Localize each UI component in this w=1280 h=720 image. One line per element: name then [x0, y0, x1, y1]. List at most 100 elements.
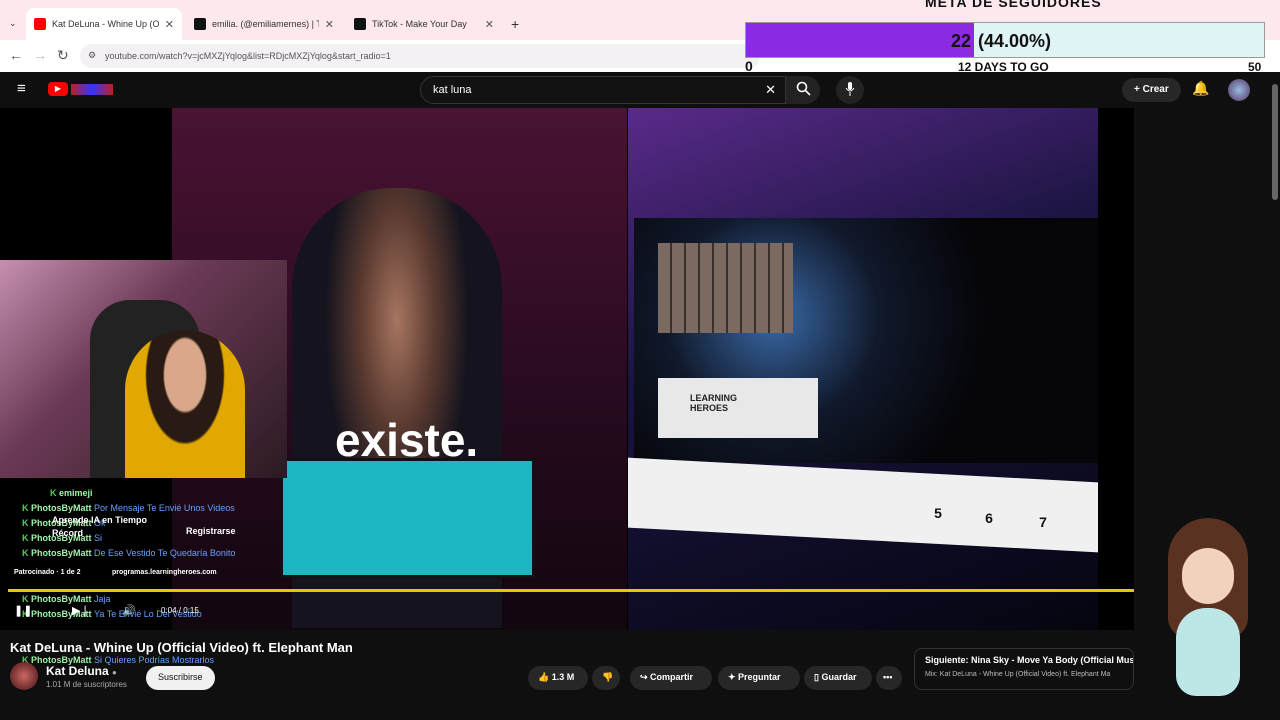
chat-message: K PhotosByMatt Por Mensaje Te Envié Unos…	[22, 503, 235, 513]
chat-message: K PhotosByMatt De Ese Vestido Te Quedarí…	[22, 548, 235, 558]
youtube-header: ≡ ▶ kat luna ✕ + Crear 🔔	[0, 72, 1280, 108]
streamer-figure	[125, 330, 245, 478]
timeline-step: 7	[1039, 514, 1047, 530]
chat-user: PhotosByMatt	[31, 503, 92, 513]
up-next-mix: Mix: Kat DeLuna - Whine Up (Official Vid…	[925, 671, 1111, 678]
tab-youtube[interactable]: Kat DeLuna - Whine Up (Of ✕	[26, 8, 182, 40]
goal-percent: (44.00%)	[978, 31, 1052, 51]
goal-progress-fill	[746, 23, 974, 57]
chat-user: emimeji	[59, 488, 93, 498]
search-icon	[796, 81, 811, 96]
subscriber-count: 1.01 M de suscriptores	[46, 680, 127, 689]
back-icon[interactable]: ←	[9, 47, 23, 63]
account-avatar[interactable]	[1228, 79, 1250, 101]
next-video-icon[interactable]: ▶❘	[72, 604, 90, 617]
more-icon: •••	[883, 672, 893, 682]
menu-icon[interactable]: ≡	[17, 80, 26, 97]
close-tab-icon[interactable]: ✕	[165, 18, 174, 31]
chat-message: K emimeji	[50, 488, 93, 498]
ad-register-button[interactable]: Registrarse	[186, 526, 236, 536]
chat-badge-icon: K	[50, 488, 59, 498]
timeline-step: 6	[985, 510, 993, 526]
like-count: 1.3 M	[551, 672, 575, 682]
pause-icon[interactable]: ❚❚	[14, 604, 32, 617]
chat-badge-icon: K	[22, 533, 31, 543]
video-title: Kat DeLuna - Whine Up (Official Video) f…	[10, 640, 353, 655]
microphone-icon	[845, 82, 855, 96]
url-text: youtube.com/watch?v=jcMXZjYqlog&list=RDj…	[105, 51, 391, 61]
up-next-title: Siguiente: Nina Sky - Move Ya Body (Offi…	[925, 655, 1134, 665]
video-call-grid	[658, 243, 793, 333]
chat-text: De Ese Vestido Te Quedaría Bonito	[94, 548, 236, 558]
chat-text: Por Mensaje Te Envié Unos Videos	[94, 503, 235, 513]
tab-label: Kat DeLuna - Whine Up (Of	[52, 19, 159, 29]
chat-badge-icon: K	[22, 518, 31, 528]
like-button[interactable]: 👍 1.3 M	[528, 666, 588, 690]
address-bar[interactable]: ⚙ youtube.com/watch?v=jcMXZjYqlog&list=R…	[80, 44, 760, 68]
close-tab-icon[interactable]: ✕	[485, 18, 494, 31]
tiktok-favicon-icon	[354, 18, 366, 30]
brand-text: LEARNING HEROES	[690, 393, 737, 413]
create-button[interactable]: + Crear	[1122, 78, 1181, 102]
channel-avatar[interactable]	[10, 662, 38, 690]
channel-name-text: Kat Deluna	[46, 664, 109, 678]
video-right-panel: LEARNING HEROES 5 6 7	[628, 108, 1098, 630]
laptop-screen	[280, 458, 535, 578]
video-progress-bar[interactable]	[8, 589, 1134, 592]
tab-tiktok[interactable]: TikTok - Make Your Day ✕	[346, 8, 502, 40]
ad-url[interactable]: programas.learningheroes.com	[112, 569, 217, 576]
youtube-logo[interactable]: ▶	[48, 82, 114, 98]
new-tab-icon[interactable]: +	[511, 16, 519, 32]
ask-label: Preguntar	[738, 672, 781, 682]
tab-list-chevron-icon[interactable]: ⌄	[9, 18, 17, 29]
share-icon: ↪	[640, 672, 651, 682]
time-display: 0:04 / 0:15	[161, 606, 199, 615]
site-info-icon[interactable]: ⚙	[88, 50, 96, 61]
notifications-bell-icon[interactable]: 🔔	[1192, 80, 1209, 97]
page-scrollbar[interactable]	[1272, 84, 1278, 200]
chat-user: PhotosByMatt	[31, 548, 92, 558]
goal-title: META DE SEGUIDORES	[925, 0, 1102, 10]
save-label: Guardar	[821, 672, 857, 682]
sparkle-icon: ✦	[728, 672, 739, 682]
plus-icon: +	[1134, 84, 1143, 95]
search-query: kat luna	[433, 84, 472, 96]
chat-message: K PhotosByMatt Jaja	[22, 594, 111, 604]
reload-icon[interactable]: ↻	[57, 47, 69, 64]
search-input[interactable]: kat luna ✕	[420, 76, 786, 104]
chat-user: PhotosByMatt	[31, 594, 92, 604]
up-next-card[interactable]: Siguiente: Nina Sky - Move Ya Body (Offi…	[914, 648, 1134, 690]
dislike-button[interactable]: 👎	[592, 666, 620, 690]
volume-icon[interactable]: 🔊	[122, 604, 136, 617]
chat-badge-icon: K	[22, 548, 31, 558]
anime-character-sticker	[1150, 518, 1270, 696]
goal-progress-bar: 22 (44.00%)	[745, 22, 1265, 58]
video-caption: existe.	[335, 414, 479, 466]
ad-sponsor-label: Patrocinado · 1 de 2	[14, 569, 81, 576]
share-button[interactable]: ↪ Compartir	[630, 666, 712, 690]
close-tab-icon[interactable]: ✕	[325, 18, 334, 31]
verified-icon: ●	[112, 668, 117, 677]
timeline-bar	[628, 457, 1098, 553]
chat-badge-icon: K	[22, 594, 31, 604]
ask-button[interactable]: ✦ Preguntar	[718, 666, 800, 690]
search-button[interactable]	[786, 76, 820, 104]
youtube-favicon-icon	[34, 18, 46, 30]
more-actions-button[interactable]: •••	[876, 666, 902, 690]
thumbs-up-icon: 👍	[538, 672, 552, 682]
clear-search-icon[interactable]: ✕	[765, 82, 776, 98]
follower-goal-widget: META DE SEGUIDORES 22 (44.00%) 0 12 DAYS…	[740, 0, 1270, 74]
tab-label: emilia. (@emiliamernes) | TikTo	[212, 19, 319, 29]
share-label: Compartir	[650, 672, 694, 682]
chat-badge-icon: K	[22, 503, 31, 513]
goal-count: 22	[951, 31, 972, 51]
tab-tiktok-profile[interactable]: emilia. (@emiliamernes) | TikTo ✕	[186, 8, 342, 40]
subscribe-button[interactable]: Suscribirse	[146, 666, 215, 690]
streamer-webcam	[0, 260, 287, 478]
save-button[interactable]: ▯ Guardar	[804, 666, 872, 690]
tiktok-favicon-icon	[194, 18, 206, 30]
create-label: Crear	[1142, 84, 1169, 95]
voice-search-button[interactable]	[836, 76, 864, 104]
forward-icon[interactable]: →	[33, 47, 47, 63]
channel-name[interactable]: Kat Deluna ●	[46, 664, 117, 678]
